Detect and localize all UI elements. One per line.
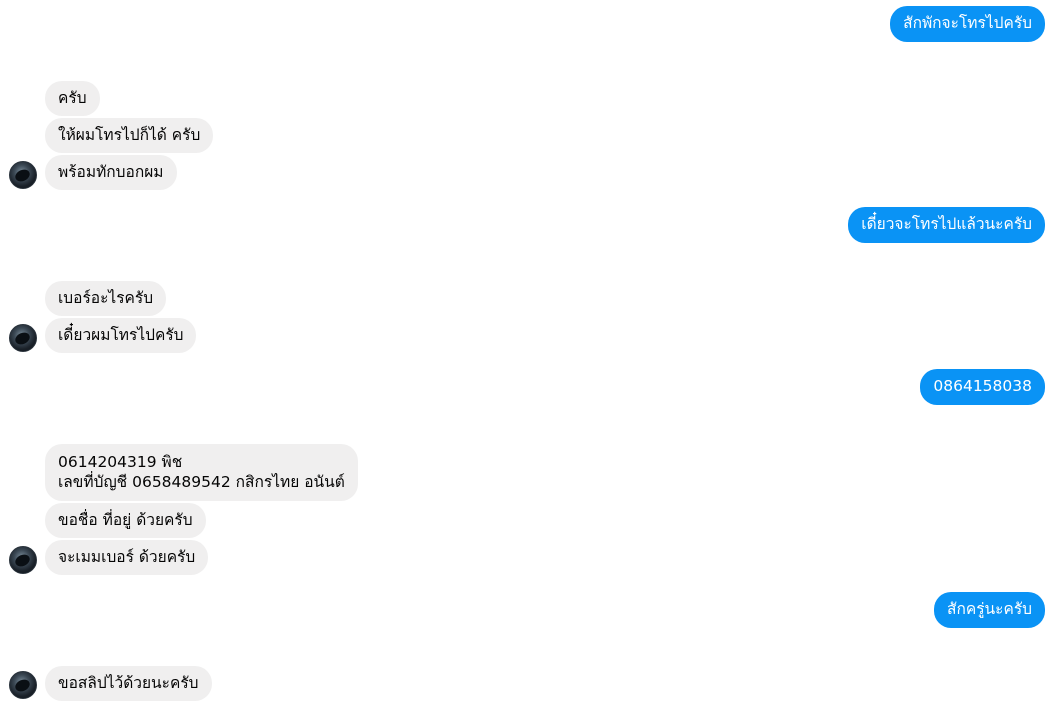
message-text: เบอร์อะไรครับ <box>58 289 154 307</box>
message-incoming[interactable]: เดี๋ยวผมโทรไปครับ <box>45 318 197 353</box>
message-outgoing[interactable]: 0864158038 <box>920 369 1045 405</box>
message-incoming[interactable]: ขอสลิปไว้ด้วยนะครับ <box>45 666 212 701</box>
message-incoming[interactable]: ให้ผมโทรไปก็ได้ ครับ <box>45 118 214 153</box>
message-text: เดี๋ยวผมโทรไปครับ <box>58 326 184 344</box>
message-text: ขอชื่อ ที่อยู่ ด้วยครับ <box>58 511 193 529</box>
message-text: เดี๋ยวจะโทรไปแล้วนะครับ <box>861 215 1032 233</box>
message-incoming[interactable]: 0614204319 พิช เลขที่บัญชี 0658489542 กส… <box>45 444 358 501</box>
message-text: สักพักจะโทรไปครับ <box>903 14 1032 32</box>
chat-thread: สักพักจะโทรไปครับ ครับ ให้ผมโทรไปก็ได้ ค… <box>0 0 1058 711</box>
message-text: 0864158038 <box>933 377 1032 395</box>
message-incoming[interactable]: พร้อมทักบอกผม <box>45 155 177 190</box>
contact-avatar-icon[interactable] <box>9 161 37 189</box>
message-incoming[interactable]: เบอร์อะไรครับ <box>45 281 167 316</box>
contact-avatar-icon[interactable] <box>9 546 37 574</box>
message-text: จะเมมเบอร์ ด้วยครับ <box>58 548 196 566</box>
message-text: ขอสลิปไว้ด้วยนะครับ <box>58 674 199 692</box>
message-incoming[interactable]: จะเมมเบอร์ ด้วยครับ <box>45 540 209 575</box>
contact-avatar-icon[interactable] <box>9 324 37 352</box>
message-text: ให้ผมโทรไปก็ได้ ครับ <box>58 126 201 144</box>
message-incoming[interactable]: ครับ <box>45 81 100 116</box>
message-text: พร้อมทักบอกผม <box>58 163 164 181</box>
message-outgoing[interactable]: สักพักจะโทรไปครับ <box>890 6 1045 42</box>
message-text-line: เลขที่บัญชี 0658489542 กสิกรไทย อนันต์ <box>58 473 345 491</box>
message-outgoing[interactable]: สักครู่นะครับ <box>934 592 1045 628</box>
message-text: สักครู่นะครับ <box>947 600 1032 618</box>
contact-avatar-icon[interactable] <box>9 671 37 699</box>
message-text: ครับ <box>58 89 87 107</box>
message-incoming[interactable]: ขอชื่อ ที่อยู่ ด้วยครับ <box>45 503 206 538</box>
message-outgoing[interactable]: เดี๋ยวจะโทรไปแล้วนะครับ <box>848 207 1045 243</box>
message-text-line: 0614204319 พิช <box>58 453 183 471</box>
